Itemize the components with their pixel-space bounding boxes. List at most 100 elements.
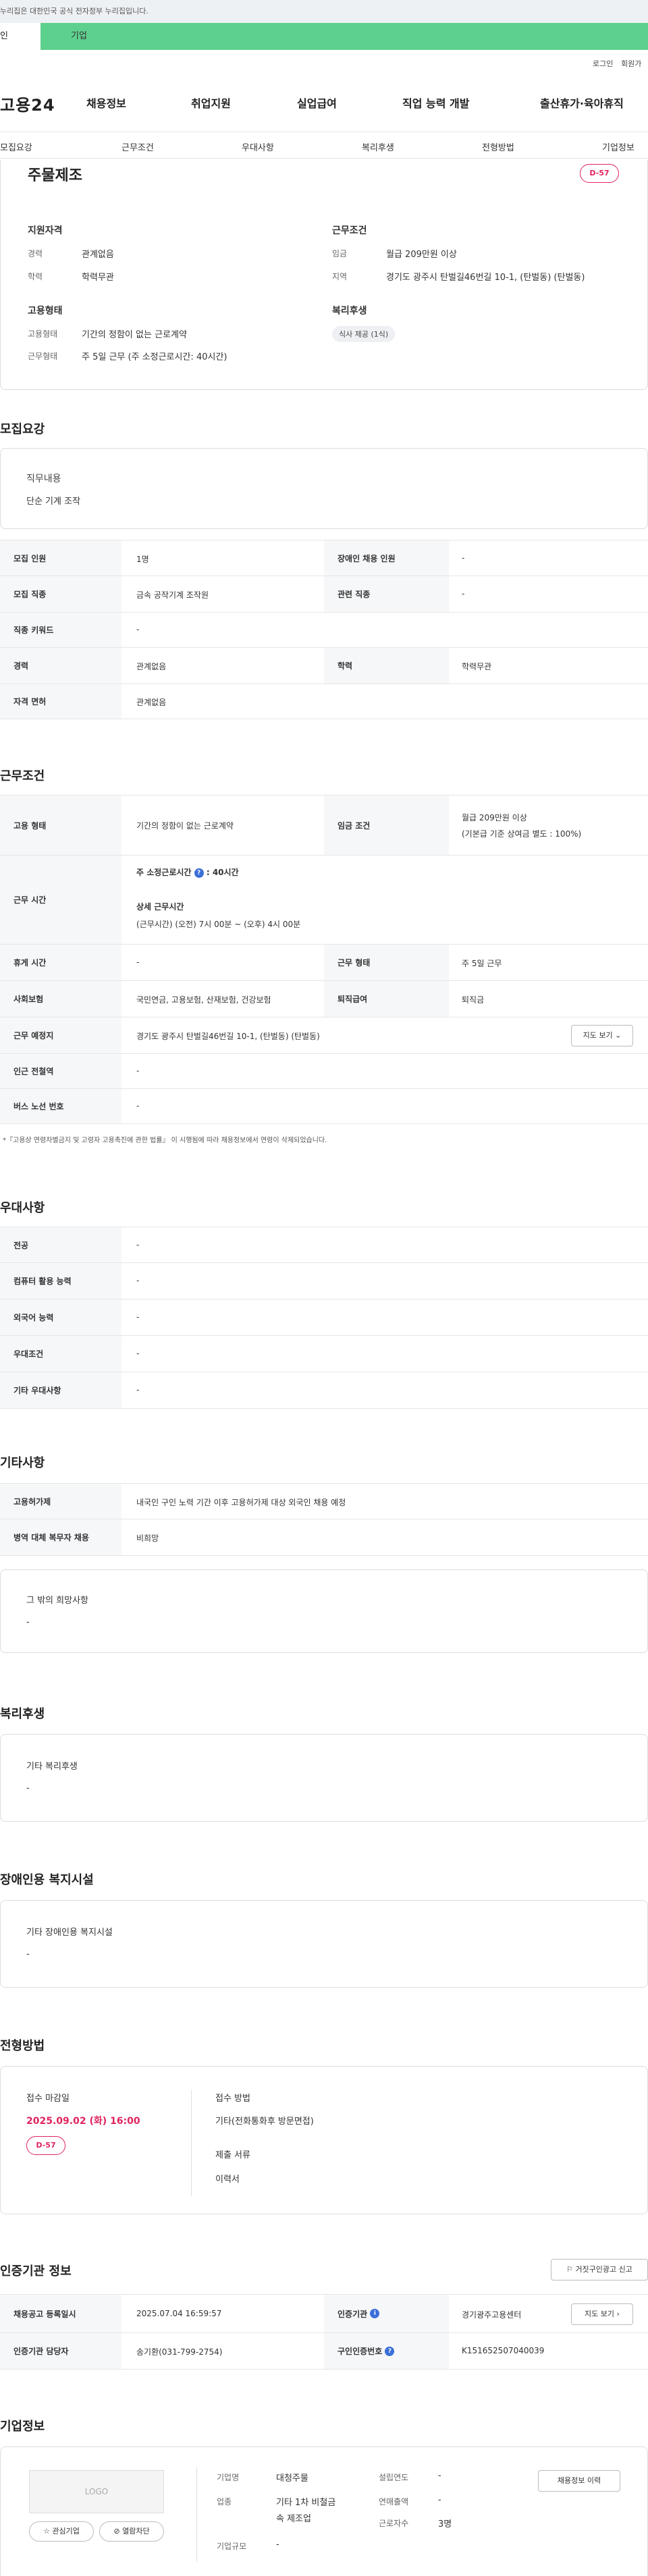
subnav-work[interactable]: 근무조건	[122, 140, 154, 153]
agency-map-button[interactable]: 지도 보기 ›	[571, 2303, 633, 2325]
th-pref-condition: 우대조건	[0, 1336, 122, 1372]
false-ad-report-button[interactable]: ⚐ 거짓구인광고 신고	[551, 2259, 648, 2280]
gov-notice-bar: 누리집은 대한민국 공식 전자정부 누리집입니다.	[0, 0, 648, 23]
method-value: 기타(전화통화후 방문면접)	[215, 2117, 314, 2127]
gnb-job-training[interactable]: 직업 능력 개발	[402, 94, 469, 111]
work-row-5: 근무 예정지 경기도 광주시 탄벌길46번길 10-1, (탄벌동) (탄벌동)…	[0, 1017, 648, 1054]
section-nav: 모집요강 근무조건 우대사항 복리후생 전형방법 기업정보	[0, 132, 648, 159]
duty-card: 직무내용 단순 기계 조작	[0, 448, 648, 529]
false-ad-report-label: 거짓구인광고 신고	[575, 2265, 632, 2274]
subnav-company[interactable]: 기업정보	[602, 140, 634, 153]
join-link[interactable]: 회원가	[621, 58, 641, 69]
disabled-title: 장애인용 복지시설	[0, 1873, 94, 1887]
docs-value: 이력서	[215, 2175, 240, 2185]
company-logo: LOGO	[29, 2470, 164, 2513]
th-agency-staff: 인증기관 담당자	[0, 2333, 122, 2369]
td-subway: -	[136, 1066, 140, 1075]
disabled-card: 기타 장애인용 복지시설 -	[0, 1900, 648, 1988]
td-education: 학력무관	[462, 662, 492, 671]
company-name-label: 기업명	[217, 2473, 240, 2482]
recruit-row-1: 모집 인원 1명 장애인 채용 인원 -	[0, 540, 648, 576]
block-company-label: 열람차단	[122, 2527, 150, 2536]
tab-person[interactable]: 인	[0, 23, 40, 50]
hiring-history-button[interactable]: 채용정보 이력	[538, 2470, 620, 2492]
pref-row-language: 외국어 능력 -	[0, 1299, 648, 1336]
subnav-selection[interactable]: 전형방법	[482, 140, 514, 153]
welfare-title: 복리후생	[0, 1707, 45, 1721]
favorite-company-button[interactable]: ☆ 관심기업	[29, 2521, 94, 2542]
login-link[interactable]: 로그인	[593, 58, 613, 69]
map-view-button[interactable]: 지도 보기 ⌄	[571, 1025, 633, 1046]
th-workplace: 근무 예정지	[0, 1017, 122, 1053]
td-insurance: 국민연금, 고용보험, 산재보험, 건강보험	[136, 995, 271, 1005]
td-language: -	[136, 1312, 140, 1322]
subnav-pref[interactable]: 우대사항	[242, 140, 274, 153]
exp-label: 경력	[28, 249, 43, 258]
recruit-row-2: 모집 직종 금속 공작기계 조작원 관련 직종 -	[0, 576, 648, 613]
industry-label: 업종	[217, 2497, 232, 2507]
td-keyword: -	[136, 625, 140, 634]
tab-company[interactable]: 기업	[40, 23, 648, 50]
th-headcount: 모집 인원	[0, 540, 122, 576]
deadline-dday-badge: D-57	[26, 2136, 65, 2155]
subnav-welfare[interactable]: 복리후생	[362, 140, 394, 153]
job-title: 주물제조	[28, 167, 82, 184]
detail-hours-value: (근무시간) (오전) 7시 00분 ~ (오후) 4시 00분	[136, 920, 301, 929]
td-major: -	[136, 1240, 140, 1250]
recruit-title: 모집요강	[0, 422, 45, 437]
th-license: 자격 면허	[0, 684, 122, 719]
th-education: 학력	[324, 648, 449, 683]
th-eps: 고용허가제	[0, 1484, 122, 1519]
th-disabled-count: 장애인 채용 인원	[324, 540, 449, 576]
cert-help-icon[interactable]: ?	[385, 2346, 395, 2356]
work-row-1: 고용 형태 기간의 정함이 없는 근로계약 임금 조건 월급 209만원 이상 …	[0, 795, 648, 856]
company-name-value: 대청주물	[276, 2473, 308, 2484]
other-wish-value: -	[26, 1617, 30, 1627]
wage-value: 월급 209만원 이상	[386, 250, 457, 260]
edu-value: 학력무관	[82, 273, 114, 283]
sales-label: 연매출액	[379, 2497, 409, 2507]
pref-title: 우대사항	[0, 1201, 45, 1215]
td-cert-number: K151652507040039	[462, 2346, 545, 2355]
td-workplace: 경기도 광주시 탄벌길46번길 10-1, (탄벌동) (탄벌동)	[136, 1032, 320, 1041]
block-icon: ⊘	[113, 2527, 123, 2536]
th-work-hours: 근무 시간	[0, 856, 122, 944]
industry-value-1: 기타 1차 비철금	[276, 2498, 336, 2508]
welfare-heading: 복리후생	[332, 306, 367, 316]
age-law-note: *『고용상 연령차별금지 및 고령자 고용촉진에 관한 법률』 이 시행됨에 따…	[3, 1137, 327, 1144]
qual-heading: 지원자격	[28, 225, 63, 236]
pref-row-major: 전공 -	[0, 1227, 648, 1263]
th-computer: 컴퓨터 활용 능력	[0, 1263, 122, 1299]
selection-divider	[191, 2090, 192, 2196]
site-logo[interactable]: 고용24	[0, 92, 55, 115]
agency-info-icon[interactable]: i	[370, 2309, 380, 2318]
subnav-recruit[interactable]: 모집요강	[0, 140, 32, 153]
employees-value: 3명	[438, 2519, 452, 2529]
work-row-6: 인근 전철역 -	[0, 1054, 648, 1089]
chevron-right-icon: ›	[616, 2309, 620, 2318]
td-agency: 경기광주고용센터	[462, 2310, 522, 2320]
th-break: 휴게 시간	[0, 945, 122, 980]
agency-title: 인증기관 정보	[0, 2264, 72, 2278]
th-subway: 인근 전철역	[0, 1054, 122, 1088]
company-divider	[196, 2467, 197, 2562]
gnb-unemployment-benefit[interactable]: 실업급여	[297, 94, 337, 111]
th-related-job: 관련 직종	[324, 576, 449, 612]
th-job-type: 모집 직종	[0, 576, 122, 612]
industry-value-2: 속 제조업	[276, 2514, 311, 2524]
work-row-2: 근무 시간 주 소정근로시간 ? : 40시간 상세 근무시간 (근무시간) (…	[0, 856, 648, 945]
selection-card: 접수 마감일 2025.09.02 (화) 16:00 D-57 접수 방법 기…	[0, 2066, 648, 2214]
summary-card: 주물제조 D-57 지원자격 경력 관계없음 학력 학력무관 근무조건 임금 월…	[0, 161, 648, 390]
welfare-card: 기타 복리후생 -	[0, 1734, 648, 1822]
gnb-jobs[interactable]: 채용정보	[86, 94, 126, 111]
gnb-employment-support[interactable]: 취업지원	[191, 94, 231, 111]
gnb-parental-leave[interactable]: 출산휴가·육아휴직	[540, 94, 624, 111]
help-icon[interactable]: ?	[194, 868, 204, 878]
td-related-job: -	[462, 589, 465, 598]
etc-title: 기타사항	[0, 1456, 45, 1470]
disabled-other-heading: 기타 장애인용 복지시설	[26, 1928, 113, 1938]
block-company-button[interactable]: ⊘ 열람차단	[99, 2521, 164, 2542]
company-size-label: 기업규모	[217, 2542, 247, 2551]
th-experience: 경력	[0, 648, 122, 683]
td-military: 비희망	[136, 1534, 159, 1543]
